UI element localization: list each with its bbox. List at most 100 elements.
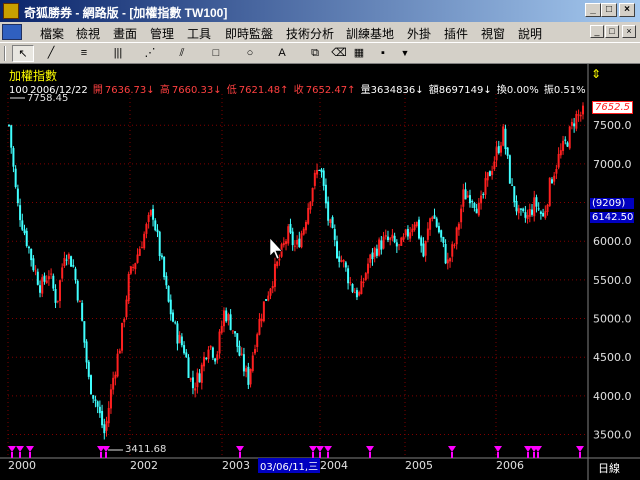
copy-tool[interactable]: ⧉ bbox=[302, 45, 328, 62]
candle-body bbox=[433, 215, 436, 219]
candle-body bbox=[72, 265, 75, 267]
save-tool[interactable]: ▪ bbox=[370, 45, 396, 62]
menu-realtime-monitor[interactable]: 即時監盤 bbox=[225, 25, 273, 42]
menu-view[interactable]: 檢視 bbox=[76, 25, 100, 42]
text-tool[interactable]: A bbox=[268, 45, 296, 62]
menu-technical-analysis[interactable]: 技術分析 bbox=[286, 25, 334, 42]
candle-body bbox=[442, 237, 445, 243]
menu-window[interactable]: 視窗 bbox=[481, 25, 505, 42]
candle-body bbox=[409, 232, 412, 239]
candle-body bbox=[404, 229, 407, 236]
menu-training-base[interactable]: 訓練基地 bbox=[346, 25, 394, 42]
candle-body bbox=[225, 310, 228, 322]
document-icon[interactable] bbox=[2, 24, 22, 40]
candle-body bbox=[134, 263, 137, 270]
candle-body bbox=[488, 171, 491, 177]
candle-body bbox=[32, 258, 35, 271]
vertical-line-tool[interactable]: ||| bbox=[104, 45, 132, 62]
candle-body bbox=[393, 235, 396, 242]
candle-body bbox=[81, 302, 84, 321]
candle-body bbox=[198, 373, 201, 383]
menu-bar: 檔案 檢視 畫面 管理 工具 即時監盤 技術分析 訓練基地 外掛 插件 視窗 說… bbox=[0, 22, 640, 42]
close-button[interactable]: × bbox=[619, 3, 635, 17]
horizontal-line-tool[interactable]: ≡ bbox=[70, 45, 98, 62]
candle-body bbox=[340, 260, 343, 262]
candle-body bbox=[464, 189, 467, 200]
x-tick-label: 2006 bbox=[496, 459, 524, 472]
price-chart[interactable]: 7500.07000.06500.06000.05500.05000.04500… bbox=[0, 64, 640, 480]
dropdown-arrow-icon[interactable]: ▼ bbox=[398, 45, 412, 62]
window-title-bar: 奇狐勝券 - 網路版 - [加權指數 TW100] _ □ × bbox=[0, 0, 640, 22]
select-arrow-tool[interactable]: ↖ bbox=[12, 45, 34, 62]
period-label[interactable]: 日線 bbox=[598, 460, 620, 476]
mdi-close-button[interactable]: × bbox=[622, 25, 636, 38]
candle-body bbox=[154, 220, 157, 231]
x-tick-label: 2000 bbox=[8, 459, 36, 472]
candle-body bbox=[311, 188, 314, 202]
min-price-label: 3411.68 bbox=[125, 444, 167, 455]
rectangle-tool[interactable]: □ bbox=[202, 45, 230, 62]
candle-body bbox=[517, 208, 520, 214]
candle-body bbox=[189, 378, 192, 380]
y-tick-label: 4000.0 bbox=[593, 390, 632, 403]
candle-body bbox=[500, 145, 502, 153]
info-arrow: ↓ bbox=[213, 85, 222, 96]
candle-body bbox=[535, 197, 538, 207]
candle-body bbox=[256, 334, 259, 347]
menu-help[interactable]: 說明 bbox=[518, 25, 542, 42]
menu-manage[interactable]: 管理 bbox=[150, 25, 174, 42]
candle-body bbox=[508, 155, 511, 184]
candle-body bbox=[524, 212, 527, 218]
candle-body bbox=[553, 175, 556, 182]
candle-body bbox=[329, 219, 332, 224]
candle-body bbox=[236, 333, 239, 347]
candle-body bbox=[291, 231, 294, 246]
candle-body bbox=[486, 172, 489, 181]
max-price-label: 7758.45 bbox=[27, 93, 69, 104]
candle-body bbox=[400, 237, 403, 246]
candle-body bbox=[513, 186, 516, 203]
candle-body bbox=[211, 347, 214, 358]
candle-body bbox=[222, 310, 225, 327]
menu-file[interactable]: 檔案 bbox=[40, 25, 64, 42]
info-high-label: 高 bbox=[159, 85, 170, 96]
candle-body bbox=[45, 280, 48, 283]
trendline-tool[interactable]: ╱ bbox=[38, 45, 64, 62]
candle-body bbox=[30, 248, 33, 261]
info-turnover: 0.00% bbox=[506, 85, 539, 96]
candle-body bbox=[293, 245, 296, 247]
menu-tools[interactable]: 工具 bbox=[187, 25, 211, 42]
mdi-restore-button[interactable]: □ bbox=[605, 25, 619, 38]
candle-body bbox=[482, 193, 485, 195]
menu-external[interactable]: 外掛 bbox=[407, 25, 431, 42]
ohlc-info-line: 100 2006/12/22 開 7636.73↓ 高 7660.33↓ 低 7621.… bbox=[9, 81, 588, 96]
menu-plugins[interactable]: 插件 bbox=[444, 25, 468, 42]
chart-canvas[interactable]: 7500.07000.06500.06000.05500.05000.04500… bbox=[0, 64, 640, 480]
candle-body bbox=[484, 178, 487, 195]
fan-line-tool[interactable]: ⋰ bbox=[136, 45, 164, 62]
candle-body bbox=[234, 331, 237, 334]
candle-body bbox=[389, 237, 392, 240]
candle-body bbox=[413, 224, 416, 230]
info-close-label: 收 bbox=[293, 85, 304, 96]
parallel-line-tool[interactable]: ⫽ bbox=[168, 45, 196, 62]
color-palette-tool[interactable]: ▦ bbox=[350, 45, 368, 62]
restore-button[interactable]: □ bbox=[601, 3, 617, 17]
info-arrow: ↓ bbox=[415, 85, 424, 96]
pin-icon[interactable]: ⇕ bbox=[591, 67, 601, 81]
x-tick-label: 2002 bbox=[130, 459, 158, 472]
info-arrow: ↑ bbox=[347, 85, 356, 96]
candle-body bbox=[194, 388, 197, 391]
ellipse-tool[interactable]: ○ bbox=[236, 45, 264, 62]
candle-body bbox=[491, 170, 494, 175]
candle-body bbox=[548, 177, 551, 206]
eraser-tool[interactable]: ⌫ bbox=[330, 45, 348, 62]
candle-body bbox=[251, 355, 254, 371]
minimize-button[interactable]: _ bbox=[585, 3, 601, 17]
event-marker-icon bbox=[102, 446, 110, 458]
mdi-minimize-button[interactable]: _ bbox=[590, 25, 604, 38]
menu-screen[interactable]: 畫面 bbox=[113, 25, 137, 42]
candle-body bbox=[203, 356, 206, 367]
candle-body bbox=[200, 364, 203, 383]
candle-body bbox=[462, 189, 465, 207]
